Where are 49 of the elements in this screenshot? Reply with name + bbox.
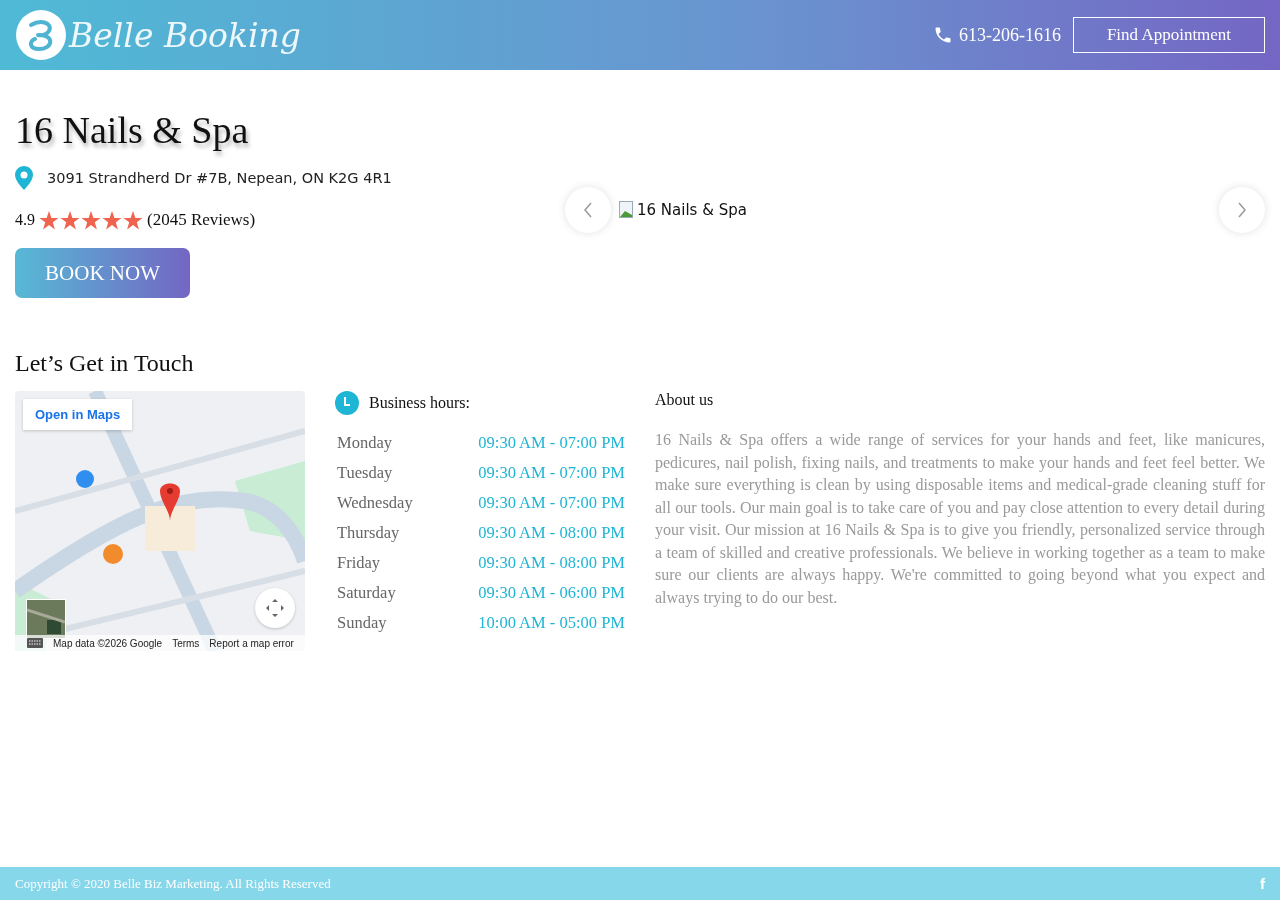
next-button[interactable] [1219, 187, 1265, 233]
opening-hours: 09:30 AM - 08:00 PM [478, 523, 625, 543]
day-label: Tuesday [337, 463, 393, 483]
phone-icon [933, 25, 953, 45]
opening-hours: 10:00 AM - 05:00 PM [478, 613, 625, 633]
day-label: Monday [337, 433, 392, 453]
day-label: Saturday [337, 583, 396, 603]
chevron-left-icon [582, 201, 594, 219]
previous-button[interactable] [565, 187, 611, 233]
logo-text[interactable]: Belle Booking [69, 15, 301, 55]
star-filled-icon [123, 210, 143, 230]
day-label: Wednesday [337, 493, 413, 513]
day-label: Thursday [337, 523, 400, 543]
map-link[interactable]: Report a map error [209, 637, 294, 649]
review-count: (2045 Reviews) [147, 210, 256, 230]
copyright-text: Copyright © 2020 Belle Biz Marketing. All Rights Reserved [15, 875, 331, 892]
location-pin-icon [15, 166, 33, 190]
about-paragraph: 16 Nails & Spa offers a wide range of services for your hands and feet, like manicures, pedicures, nail polish, fixing nails, and treatments to make your hands and feet feel better. We make sure everything is clean by using disposable items and medical-grade cleaning stuff for all our tools. Our main goal is to take care of you and pay close attention to every detail during your visit. Our mission at 16 Nails & Spa is to give you friendly, personalized service through a team of skilled and creative professionals. We believe in working together as a team to make sure our clients are always happy. We're committed to going beyond what you expect and always trying to do our best. [655, 430, 1265, 609]
map-panel[interactable]: Open in Maps Map data ©2026 Google Terms Report a map error [15, 391, 305, 651]
clock-icon [335, 391, 359, 415]
broken-image-icon [619, 201, 635, 219]
day-label: Sunday [337, 613, 387, 633]
star-filled-icon [81, 210, 101, 230]
map-data-text: Map data ©2026 Google [53, 637, 163, 649]
day-label: Friday [337, 553, 381, 573]
section-title: Let’s Get in Touch [15, 350, 195, 377]
image-alt-text: 16 Nails & Spa [637, 201, 747, 219]
opening-hours: 09:30 AM - 07:00 PM [478, 433, 625, 453]
opening-hours: 09:30 AM - 07:00 PM [478, 493, 625, 513]
book-now-button[interactable]: BOOK NOW [15, 248, 190, 298]
hours-title: Business hours: [369, 394, 470, 412]
star-filled-icon [102, 210, 122, 230]
star-filled-icon [60, 210, 80, 230]
opening-hours: 09:30 AM - 08:00 PM [478, 553, 625, 573]
rating-value: 4.9 [15, 211, 35, 229]
map-link[interactable]: Terms [172, 637, 200, 649]
open-in-maps-button[interactable]: Open in Maps [23, 399, 133, 430]
opening-hours: 09:30 AM - 06:00 PM [478, 583, 625, 603]
fullscreen-icon [265, 598, 285, 618]
find-appointment-button[interactable]: Find Appointment [1073, 17, 1265, 53]
opening-hours: 09:30 AM - 07:00 PM [478, 463, 625, 483]
about-title: About us [655, 391, 715, 409]
address-text: 3091 Strandherd Dr #7B, Nepean, ON K2G 4R1 [47, 170, 392, 186]
business-name: 16 Nails & Spa [15, 108, 250, 152]
logo-icon [15, 9, 67, 61]
star-filled-icon [39, 210, 59, 230]
chevron-right-icon [1236, 201, 1248, 219]
phone-link[interactable]: 613-206-1616 [959, 24, 1061, 46]
keyboard-icon[interactable] [27, 638, 43, 648]
